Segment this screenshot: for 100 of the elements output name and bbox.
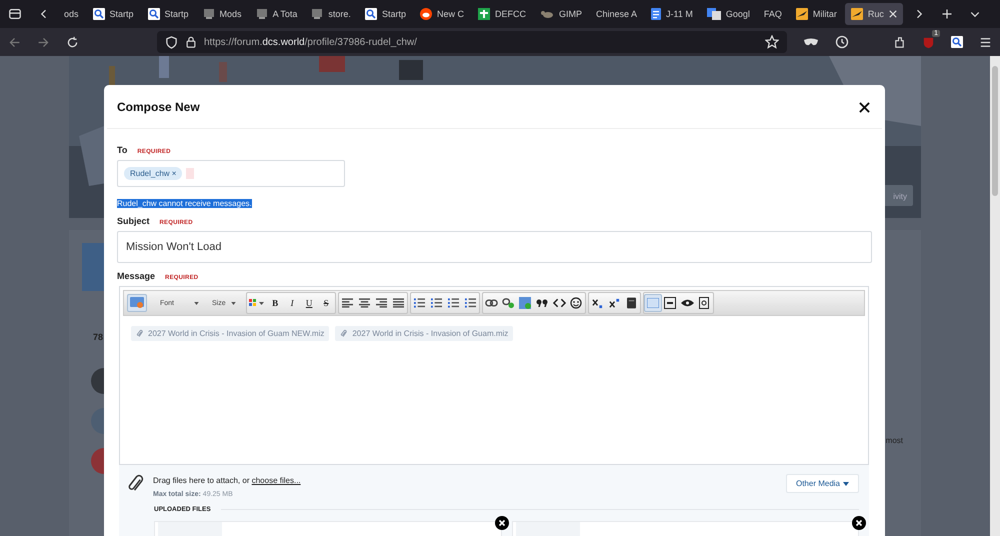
extensions-icon[interactable] bbox=[893, 36, 906, 48]
bullet-list-icon bbox=[414, 298, 425, 308]
browser-tab[interactable]: Startp bbox=[142, 3, 195, 25]
tab-title: GIMP bbox=[558, 9, 582, 19]
browser-tab[interactable]: GIMP bbox=[534, 3, 588, 25]
align-left-icon bbox=[342, 298, 353, 308]
address-bar[interactable]: https://forum.dcs.world/profile/37986-rudel_chw/ bbox=[157, 31, 787, 53]
upload-prompt: Drag files here to attach, or choose files... bbox=[153, 476, 301, 485]
jet-icon bbox=[850, 8, 863, 20]
quote-icon bbox=[536, 299, 548, 307]
url-text: https://forum.dcs.world/profile/37986-rudel_chw/ bbox=[204, 36, 417, 48]
smiley-icon bbox=[570, 297, 582, 309]
field-label: Subject bbox=[117, 216, 150, 226]
caret-icon bbox=[843, 482, 849, 486]
subject-field[interactable]: Mission Won't Load bbox=[117, 231, 872, 263]
tab-title: ods bbox=[64, 9, 79, 19]
paperclip-icon bbox=[136, 329, 143, 338]
browser-tab[interactable]: J-11 M bbox=[645, 3, 699, 25]
tab-title: Startp bbox=[382, 9, 406, 19]
browser-tab[interactable]: DEFCC bbox=[472, 3, 532, 25]
jet-icon bbox=[796, 8, 808, 20]
format-button[interactable]: B bbox=[266, 294, 284, 312]
recipient-field[interactable]: Rudel_chw × bbox=[117, 160, 345, 187]
remove-icon[interactable] bbox=[852, 516, 866, 530]
subscript-icon bbox=[592, 298, 603, 308]
close-icon[interactable] bbox=[859, 102, 870, 112]
browser-tab[interactable]: FAQ bbox=[758, 3, 788, 25]
tab-title: Googl bbox=[726, 9, 750, 19]
tab-title: FAQ bbox=[764, 9, 782, 19]
color-grid-icon bbox=[248, 298, 265, 308]
tab-overview-icon[interactable] bbox=[8, 7, 22, 21]
image-icon bbox=[130, 297, 144, 309]
table-icon bbox=[646, 298, 659, 308]
caret-icon bbox=[230, 302, 236, 304]
shield-icon[interactable] bbox=[165, 36, 178, 48]
paperclip-icon bbox=[127, 474, 144, 493]
browser-tab[interactable]: ods bbox=[58, 3, 85, 25]
tab-title: Startp bbox=[164, 9, 189, 19]
image-icon bbox=[519, 297, 532, 309]
lock-icon[interactable] bbox=[185, 36, 197, 48]
gif-icon bbox=[664, 297, 676, 309]
page-icon bbox=[311, 8, 324, 20]
preview-icon bbox=[699, 297, 710, 309]
format-button[interactable]: I bbox=[284, 294, 301, 312]
browser-tab[interactable]: store. bbox=[305, 3, 357, 25]
star-icon[interactable] bbox=[765, 35, 779, 49]
tab-title: store. bbox=[328, 9, 351, 19]
activity-text: most bbox=[886, 436, 903, 445]
gif-button[interactable] bbox=[662, 294, 679, 312]
other-media-button[interactable]: Other Media bbox=[786, 474, 859, 493]
choose-files-link[interactable]: choose files... bbox=[252, 476, 301, 485]
mask-icon[interactable] bbox=[803, 37, 819, 47]
tab-title: Mods bbox=[220, 9, 242, 19]
tab-title: Militar bbox=[812, 9, 837, 19]
browser-tab[interactable]: Chinese A bbox=[590, 3, 644, 25]
link-add-icon bbox=[502, 298, 515, 308]
tab-title: DEFCC bbox=[494, 9, 526, 19]
document-icon bbox=[651, 8, 662, 20]
close-tab-icon[interactable] bbox=[888, 10, 897, 18]
translate-icon bbox=[706, 8, 721, 20]
reload-icon[interactable] bbox=[66, 36, 79, 48]
align-right-icon bbox=[376, 298, 387, 308]
remove-icon[interactable] bbox=[494, 516, 508, 530]
browser-tab[interactable]: Startp bbox=[358, 3, 412, 25]
browser-tab[interactable]: Googl bbox=[700, 3, 756, 25]
browser-tab[interactable]: Startp bbox=[86, 3, 140, 25]
tab-title: J-11 M bbox=[666, 9, 693, 19]
superscript-icon bbox=[608, 298, 620, 308]
clock-icon[interactable] bbox=[835, 35, 849, 49]
plus-icon bbox=[478, 8, 490, 20]
code-icon bbox=[552, 298, 566, 308]
format-button[interactable]: S bbox=[318, 294, 335, 312]
browser-tab[interactable]: Militar bbox=[790, 3, 843, 25]
tab-title: A Tota bbox=[272, 9, 298, 19]
browser-tab[interactable]: Mods bbox=[196, 3, 248, 25]
dialog-title: Compose New bbox=[117, 100, 200, 114]
eye-icon bbox=[680, 299, 694, 307]
justify-icon bbox=[392, 298, 404, 308]
browser-tab[interactable]: New C bbox=[414, 3, 470, 25]
forward-icon[interactable] bbox=[37, 36, 50, 48]
magnifier-icon bbox=[364, 8, 377, 20]
page-icon bbox=[256, 8, 268, 20]
tab-title: Startp bbox=[110, 9, 134, 19]
source-button[interactable] bbox=[127, 294, 147, 312]
magnifier-extension-icon[interactable] bbox=[951, 36, 963, 48]
recipient-tag[interactable]: Rudel_chw × bbox=[124, 167, 182, 180]
field-label: Message bbox=[117, 271, 156, 281]
magnifier-icon bbox=[92, 8, 105, 20]
outdent-icon bbox=[464, 298, 476, 308]
format-button[interactable]: U bbox=[300, 294, 318, 312]
animal-icon bbox=[540, 9, 554, 19]
back-icon[interactable] bbox=[8, 36, 21, 48]
page-icon bbox=[202, 8, 215, 20]
align-center-icon bbox=[358, 298, 370, 308]
link-icon bbox=[484, 299, 498, 307]
menu-icon[interactable] bbox=[979, 36, 992, 48]
tab-title: Ruc bbox=[868, 9, 884, 19]
new-tab-icon[interactable] bbox=[940, 8, 953, 20]
browser-tab[interactable]: Ruc bbox=[844, 3, 903, 25]
browser-tab[interactable]: A Tota bbox=[250, 3, 304, 25]
